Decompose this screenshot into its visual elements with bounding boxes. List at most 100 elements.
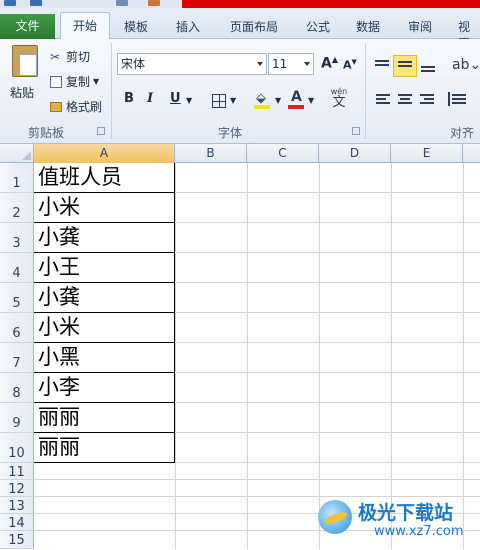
align-left-icon[interactable]	[376, 94, 390, 106]
row-header-6[interactable]: 6	[0, 313, 34, 343]
quick-access-icon[interactable]	[116, 0, 128, 6]
row-header-9[interactable]: 9	[0, 403, 34, 433]
chevron-down-icon[interactable]	[257, 62, 263, 66]
font-size-combo[interactable]: 11	[268, 53, 314, 75]
paste-icon[interactable]	[12, 45, 38, 77]
tab-home[interactable]: 开始	[60, 12, 110, 40]
align-top-icon[interactable]	[375, 60, 389, 72]
grid-line	[175, 163, 176, 549]
align-bottom-icon[interactable]	[421, 66, 435, 78]
font-color-letter: A	[291, 89, 302, 105]
row-header-10[interactable]: 10	[0, 433, 34, 463]
row-header-3[interactable]: 3	[0, 223, 34, 253]
column-header-e[interactable]: E	[391, 144, 463, 163]
borders-icon[interactable]	[212, 94, 226, 108]
chevron-down-icon[interactable]: ▼	[308, 96, 314, 105]
cell-a3[interactable]: 小龚	[34, 223, 175, 252]
shrink-font-button[interactable]: A▼	[343, 58, 357, 72]
cut-label: 剪切	[66, 50, 91, 64]
fill-color-swatch	[254, 105, 270, 109]
chevron-down-icon[interactable]	[304, 62, 310, 66]
excel-icon[interactable]	[4, 0, 16, 6]
orientation-icon[interactable]: ab⌄	[452, 57, 480, 73]
group-divider	[365, 43, 366, 139]
align-center-icon[interactable]	[398, 94, 412, 106]
row-header-7[interactable]: 7	[0, 343, 34, 373]
shrink-font-label: A	[343, 58, 352, 72]
cell-a8[interactable]: 小李	[34, 373, 175, 402]
phonetic-icon: 文	[332, 95, 346, 110]
align-middle-button[interactable]	[393, 55, 417, 77]
font-name-value: 宋体	[121, 57, 146, 71]
row-header-4[interactable]: 4	[0, 253, 34, 283]
font-group-label: 字体	[218, 126, 243, 140]
tab-formula[interactable]: 公式	[306, 18, 330, 35]
chevron-down-icon[interactable]: ▼	[93, 77, 99, 86]
copy-button[interactable]: 复制 ▼	[50, 73, 99, 90]
cell-a1[interactable]: 值班人员	[34, 163, 175, 192]
row-header-1[interactable]: 1	[0, 163, 34, 193]
column-header-c[interactable]: C	[247, 144, 319, 163]
phonetic-guide-button[interactable]: wén 文	[328, 87, 350, 111]
group-divider	[111, 43, 112, 139]
column-header-d[interactable]: D	[319, 144, 391, 163]
row-header-15[interactable]: 15	[0, 531, 34, 549]
chevron-down-icon[interactable]: ▼	[186, 96, 192, 105]
align-right-icon[interactable]	[420, 94, 434, 106]
cell-a9[interactable]: 丽丽	[34, 403, 175, 432]
ribbon-tabs: 文件 开始 模板 插入 页面布局 公式 数据 审阅 视图	[0, 8, 480, 51]
brush-icon	[50, 101, 62, 112]
fill-color-button[interactable]: ⬙	[254, 91, 270, 109]
font-name-combo[interactable]: 宋体	[117, 53, 267, 75]
row-header-12[interactable]: 12	[0, 480, 34, 497]
tab-template[interactable]: 模板	[124, 18, 148, 35]
font-color-button[interactable]: A	[288, 89, 304, 109]
grid-line	[391, 163, 392, 549]
tab-review[interactable]: 审阅	[408, 18, 432, 35]
cell-a5[interactable]: 小龚	[34, 283, 175, 312]
chevron-down-icon[interactable]: ▼	[230, 96, 236, 105]
paint-bucket-icon: ⬙	[256, 91, 266, 106]
cell-a7[interactable]: 小黑	[34, 343, 175, 372]
tab-data[interactable]: 数据	[356, 18, 380, 35]
row-header-2[interactable]: 2	[0, 193, 34, 223]
copy-icon	[50, 75, 62, 88]
chevron-down-icon[interactable]: ▼	[275, 96, 281, 105]
row-header-8[interactable]: 8	[0, 373, 34, 403]
ribbon-home: 粘贴 ✂ 剪切 复制 ▼ 格式刷 剪贴板 宋体 11 A▲ A▼ B I U ▼…	[0, 39, 480, 157]
row-header-5[interactable]: 5	[0, 283, 34, 313]
font-launcher-icon[interactable]	[352, 127, 360, 135]
bold-button[interactable]: B	[124, 91, 134, 106]
tab-insert[interactable]: 插入	[176, 18, 200, 35]
tab-file[interactable]: 文件	[0, 14, 55, 39]
clipboard-group-label: 剪贴板	[28, 126, 65, 140]
select-all-corner[interactable]	[0, 144, 34, 163]
clipboard-launcher-icon[interactable]	[97, 127, 105, 135]
italic-button[interactable]: I	[147, 91, 153, 106]
format-painter-button[interactable]: 格式刷	[50, 98, 102, 115]
paste-button[interactable]: 粘贴	[10, 84, 34, 101]
grow-font-button[interactable]: A▲	[321, 55, 338, 72]
quick-access-icon[interactable]	[148, 0, 160, 6]
row-header-13[interactable]: 13	[0, 497, 34, 514]
watermark-logo-icon	[318, 500, 352, 534]
tab-page-layout[interactable]: 页面布局	[230, 18, 278, 35]
column-header-b[interactable]: B	[175, 144, 247, 163]
font-color-swatch	[288, 105, 304, 109]
indent-icon[interactable]	[448, 92, 450, 106]
column-header-f[interactable]	[463, 144, 480, 163]
title-bar	[0, 0, 480, 8]
watermark-url: www.xz7.com	[374, 524, 464, 539]
save-icon[interactable]	[30, 0, 42, 6]
cell-a4[interactable]: 小王	[34, 253, 175, 282]
cell-a6[interactable]: 小米	[34, 313, 175, 342]
scissors-icon: ✂	[50, 49, 61, 64]
underline-button[interactable]: U	[170, 91, 181, 106]
cell-a2[interactable]: 小米	[34, 193, 175, 222]
row-header-11[interactable]: 11	[0, 463, 34, 480]
cut-button[interactable]: ✂ 剪切	[50, 48, 90, 65]
column-header-a[interactable]: A	[34, 144, 175, 163]
row-header-14[interactable]: 14	[0, 514, 34, 531]
watermark: 极光下载站 www.xz7.com	[318, 496, 480, 549]
cell-a10[interactable]: 丽丽	[34, 433, 175, 462]
